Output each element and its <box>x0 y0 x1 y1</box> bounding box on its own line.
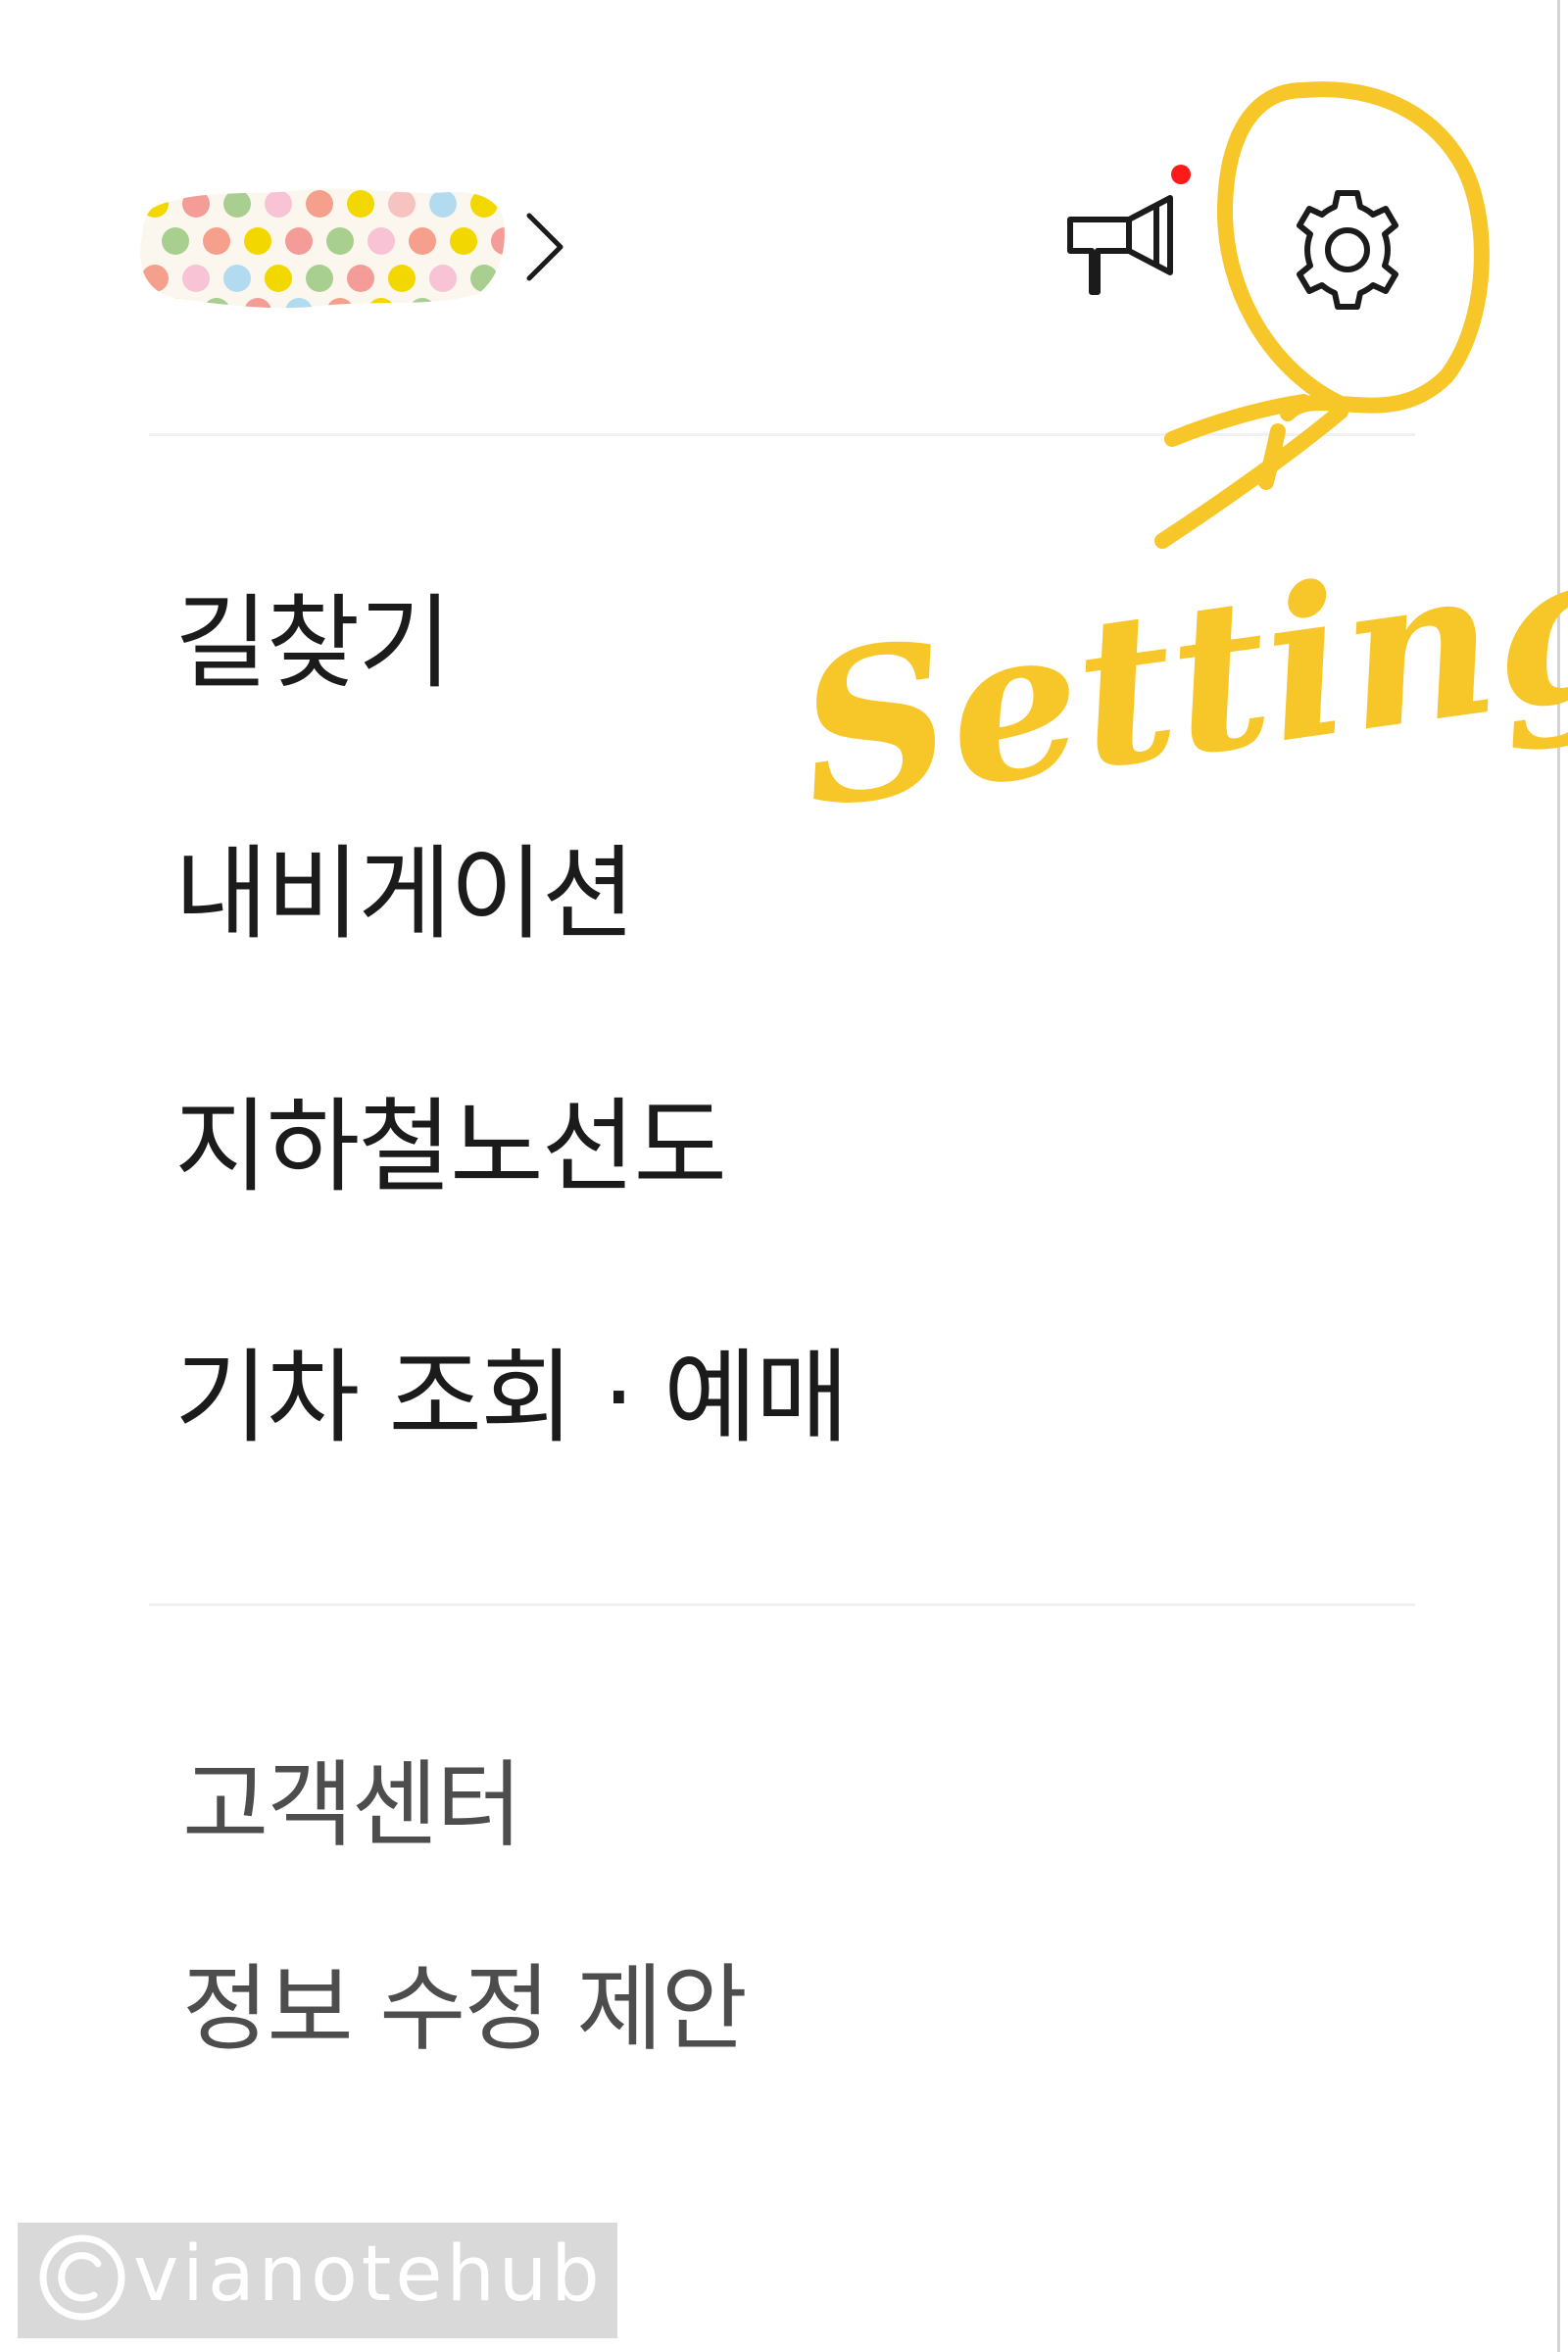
divider <box>149 1603 1415 1606</box>
divider <box>149 433 1415 436</box>
annotation-arrow-shaft <box>1154 404 1348 549</box>
copyright-icon <box>39 2234 125 2321</box>
menu-item-customer-center[interactable]: 고객센터 <box>182 1758 522 1852</box>
annotation-label: Setting <box>785 498 1568 855</box>
menu-item-train-booking[interactable]: 기차 조회 · 예매 <box>174 1347 849 1448</box>
chevron-right-icon[interactable] <box>521 210 568 284</box>
menu-item-directions[interactable]: 길찾기 <box>174 592 452 694</box>
profile-redaction-patch <box>140 188 505 309</box>
watermark-text: vianotehub <box>133 2230 604 2319</box>
menu-item-subway-map[interactable]: 지하철노선도 <box>174 1096 727 1198</box>
panel-right-edge <box>1557 0 1560 2352</box>
gear-icon[interactable] <box>1274 176 1421 323</box>
watermark: vianotehub <box>18 2223 617 2338</box>
menu-item-suggest-edit[interactable]: 정보 수정 제안 <box>182 1962 748 2056</box>
annotation-arrow-head-2 <box>1258 423 1286 490</box>
notice-badge <box>1171 165 1191 184</box>
megaphone-icon[interactable] <box>1058 176 1196 314</box>
menu-item-navigation[interactable]: 내비게이션 <box>174 843 635 945</box>
